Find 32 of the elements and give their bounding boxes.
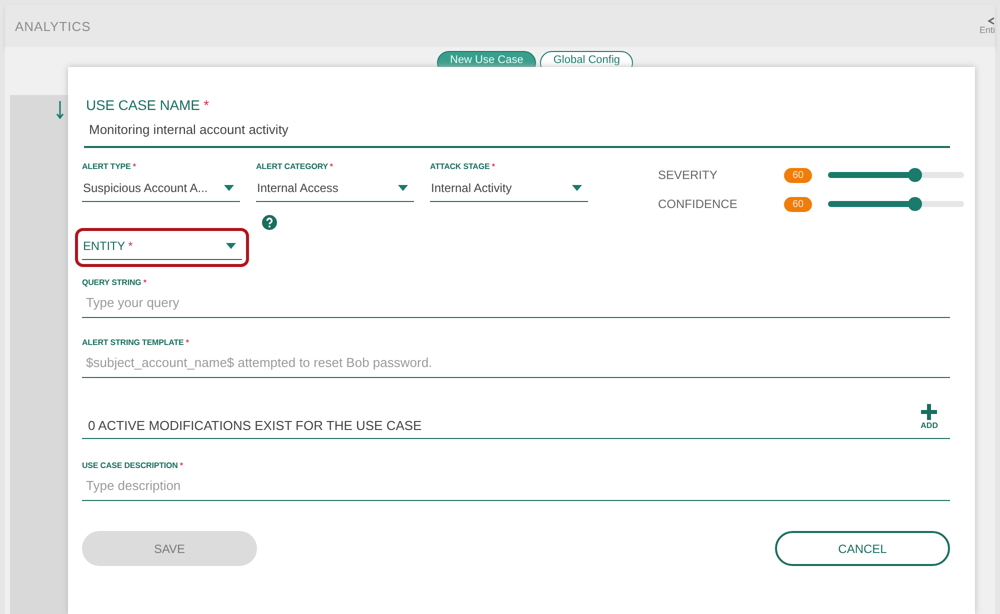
field-label: ALERT STRING TEMPLATE * bbox=[82, 338, 190, 347]
help-icon bbox=[262, 215, 277, 230]
dropdown[interactable]: Suspicious Account A... bbox=[82, 175, 240, 202]
header-label: Enti bbox=[979, 25, 995, 35]
field-label: USE CASE DESCRIPTION * bbox=[82, 461, 184, 470]
dropdown[interactable]: Internal Access bbox=[256, 175, 414, 202]
down-arrow-icon bbox=[56, 101, 64, 119]
slider-thumb[interactable] bbox=[908, 168, 922, 182]
caret-icon bbox=[224, 185, 234, 191]
field-label: ENTITY * bbox=[83, 239, 133, 253]
plus-icon bbox=[921, 404, 938, 420]
field-label: USE CASE NAME * bbox=[86, 97, 210, 113]
name-field[interactable]: USE CASE NAME * Monitoring internal account activity bbox=[84, 97, 950, 148]
caret-icon bbox=[226, 243, 236, 249]
caret-icon bbox=[398, 185, 408, 191]
add-button[interactable]: ADD bbox=[920, 404, 938, 430]
slider-label: CONFIDENCE bbox=[658, 197, 738, 211]
dropdown[interactable]: Internal Activity bbox=[430, 175, 588, 202]
dropdown[interactable]: ENTITY * bbox=[82, 235, 242, 260]
cancel-button[interactable]: CANCEL bbox=[775, 531, 950, 566]
field-label: QUERY STRING * bbox=[82, 278, 148, 287]
slider-thumb[interactable] bbox=[908, 197, 922, 211]
field-label: ATTACK STAGE * bbox=[430, 162, 496, 171]
caret-icon bbox=[572, 185, 582, 191]
value-badge: 60 bbox=[784, 196, 812, 212]
field-label: ALERT CATEGORY * bbox=[256, 162, 334, 171]
app-title: ANALYTICS bbox=[15, 18, 91, 34]
field-value: Monitoring internal account activity bbox=[89, 122, 290, 137]
value-badge: 60 bbox=[784, 168, 812, 182]
modifications-text: 0 ACTIVE MODIFICATIONS EXIST FOR THE USE CASE bbox=[88, 418, 422, 433]
field-label: ALERT TYPE * bbox=[82, 162, 137, 171]
slider-label: SEVERITY bbox=[658, 168, 718, 182]
